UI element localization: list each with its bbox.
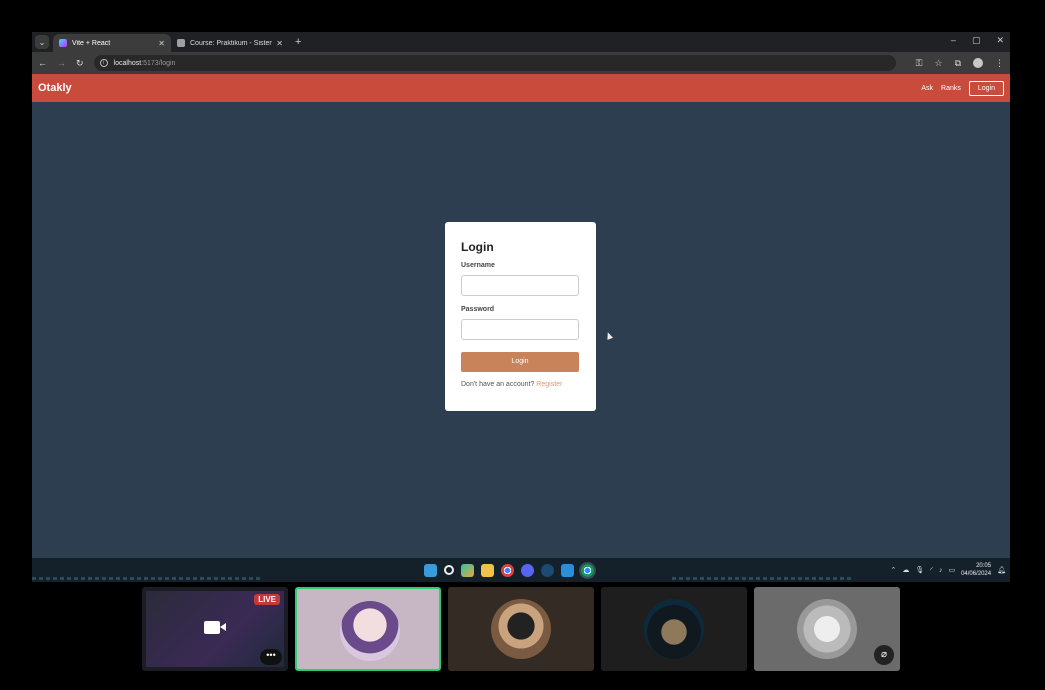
username-input[interactable] (461, 275, 579, 296)
nav-link-ranks[interactable]: Ranks (941, 85, 961, 92)
tab-title: Vite + React (72, 39, 111, 47)
windows-icon[interactable] (424, 563, 437, 577)
notification-bell-icon[interactable]: 🔔︎ (997, 566, 1006, 574)
back-icon[interactable]: ← (38, 58, 47, 68)
tab-strip: ⌄ Vite + React ✕ Course: Praktikum - Sis… (32, 32, 1010, 52)
login-card: Login Username Password Login Don't have… (445, 222, 596, 411)
url-path: :5173/login (141, 59, 176, 67)
participant-tile-muted[interactable]: ⌀ (754, 587, 900, 671)
login-title: Login (461, 240, 494, 254)
onedrive-icon[interactable]: ☁ (902, 566, 909, 574)
participant-tile[interactable] (601, 587, 747, 671)
forward-icon[interactable]: → (57, 58, 66, 68)
search-icon[interactable] (444, 565, 454, 575)
browser-toolbar: ← → ↻ i localhost:5173/login ⚿ ☆ ⧉ ⋮ (32, 52, 1010, 74)
tab-vite-react[interactable]: Vite + React ✕ (53, 34, 171, 52)
tray-chevron-icon[interactable]: ⌃ (890, 566, 896, 574)
password-input[interactable] (461, 319, 579, 340)
screen-share-tile[interactable]: LIVE ••• (142, 587, 288, 671)
avatar (797, 599, 857, 659)
toolbar-actions: ⚿ ☆ ⧉ ⋮ (916, 58, 1004, 69)
close-window-button[interactable]: ✕ (996, 35, 1004, 46)
steam-icon[interactable] (541, 563, 554, 577)
mouse-cursor (604, 331, 614, 340)
mic-muted-icon: ⌀ (874, 645, 894, 665)
video-camera-icon (204, 621, 226, 634)
maximize-button[interactable]: ▢ (972, 35, 981, 46)
discord-icon[interactable] (521, 563, 534, 577)
volume-icon[interactable]: ♪ (939, 567, 943, 574)
reload-icon[interactable]: ↻ (76, 58, 84, 69)
more-options-button[interactable]: ••• (260, 649, 282, 665)
tab-title: Course: Praktikum - Sistem Ba… (190, 39, 273, 47)
vite-icon (59, 39, 67, 47)
moodle-icon (177, 39, 185, 47)
login-submit-button[interactable]: Login (461, 351, 579, 372)
close-tab-icon[interactable]: ✕ (276, 39, 283, 48)
extensions-icon[interactable]: ⧉ (955, 58, 961, 69)
app-viewport: Otakly Ask Ranks Login Login Username Pa… (32, 74, 1010, 558)
participant-tile[interactable] (448, 587, 594, 671)
new-tab-button[interactable]: + (295, 36, 301, 48)
vscode-icon[interactable] (561, 563, 574, 577)
nav-link-ask[interactable]: Ask (921, 85, 933, 92)
avatar (491, 599, 551, 659)
navbar: Otakly Ask Ranks Login (32, 74, 1010, 102)
register-prompt: Don't have an account? Register (461, 381, 580, 388)
copilot-icon[interactable] (461, 563, 474, 577)
clock-date: 04/06/2024 (961, 571, 992, 577)
taskbar-clock[interactable]: 20:05 04/06/2024 (961, 562, 991, 578)
url-host: localhost (113, 59, 142, 67)
mic-icon[interactable]: 🎙︎ (915, 566, 924, 574)
register-prompt-text: Don't have an account? (461, 380, 535, 388)
avatar (644, 599, 704, 659)
username-label: Username (461, 262, 495, 269)
bookmark-star-icon[interactable]: ☆ (934, 58, 942, 69)
tab-course[interactable]: Course: Praktikum - Sistem Ba… ✕ (171, 34, 289, 52)
system-tray: ⌃ ☁ 🎙︎ ◜ ♪ ▭ 20:05 04/06/2024 🔔︎ (890, 562, 1006, 578)
browser-window: ⌄ Vite + React ✕ Course: Praktikum - Sis… (32, 32, 1010, 582)
windows-taskbar: ⌃ ☁ 🎙︎ ◜ ♪ ▭ 20:05 04/06/2024 🔔︎ (32, 558, 1010, 582)
live-badge: LIVE (254, 594, 280, 605)
participant-tile-speaking[interactable] (295, 587, 441, 671)
window-controls: – ▢ ✕ (951, 35, 1004, 46)
password-label: Password (461, 306, 495, 313)
battery-icon[interactable]: ▭ (948, 566, 955, 574)
address-bar[interactable]: i localhost:5173/login (93, 55, 896, 71)
taskbar-apps (424, 561, 596, 579)
file-explorer-icon[interactable] (481, 563, 494, 577)
nav-login-button[interactable]: Login (968, 80, 1004, 96)
wallpaper-strip (672, 577, 852, 580)
nav-links: Ask Ranks Login (921, 80, 1004, 96)
minimize-button[interactable]: – (951, 35, 956, 46)
site-info-icon[interactable]: i (99, 59, 108, 67)
wifi-icon[interactable]: ◜ (930, 566, 933, 574)
close-tab-icon[interactable]: ✕ (158, 39, 165, 48)
tab-search-icon[interactable]: ⌄ (35, 35, 49, 49)
clock-time: 20:05 (976, 563, 992, 569)
menu-kebab-icon[interactable]: ⋮ (995, 58, 1004, 69)
brand-logo[interactable]: Otakly (38, 82, 72, 94)
register-link[interactable]: Register (536, 381, 562, 388)
chrome-active-icon[interactable] (579, 561, 596, 579)
profile-avatar[interactable] (973, 58, 983, 68)
avatar (340, 601, 400, 661)
chrome-icon[interactable] (501, 563, 514, 577)
wallpaper-strip (32, 577, 262, 580)
password-key-icon[interactable]: ⚿ (916, 58, 923, 69)
call-participants: LIVE ••• ⌀ (142, 587, 900, 671)
